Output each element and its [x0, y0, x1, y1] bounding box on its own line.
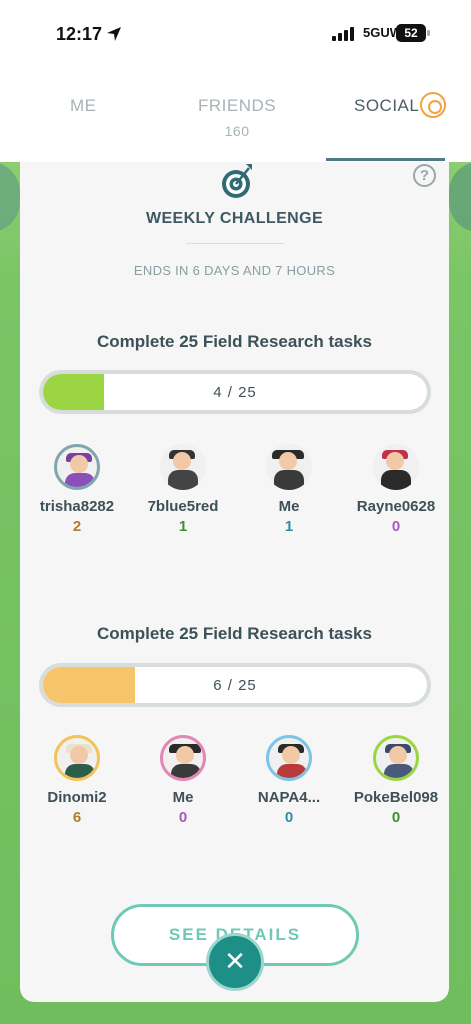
member-score: 0 [284, 809, 294, 826]
member-list: Dinomi2 6 Me 0 NAPA4... 0 PokeBel098 0 [40, 735, 438, 835]
avatar [160, 735, 206, 781]
challenge-ends: ENDS IN 6 DAYS AND 7 HOURS [133, 263, 336, 278]
member-score: 0 [178, 809, 188, 826]
task-title: Complete 25 Field Research tasks [97, 332, 372, 351]
member-list: trisha8282 2 7blue5red 1 Me 1 Rayne0628 … [40, 444, 435, 544]
progress-bar: 4 / 25 [39, 370, 431, 414]
battery-icon: 52 [396, 24, 430, 42]
member-name: Me [172, 789, 194, 806]
member-item[interactable]: Rayne0628 0 [341, 444, 451, 535]
tab-friends-label: FRIENDS [198, 96, 277, 115]
member-score: 2 [72, 518, 82, 535]
member-score: 6 [72, 809, 82, 826]
member-name: 7blue5red [147, 498, 219, 515]
member-name: PokeBel098 [353, 789, 439, 806]
member-score: 1 [284, 518, 294, 535]
friends-count: 160 [224, 123, 250, 139]
member-item[interactable]: 7blue5red 1 [128, 444, 238, 535]
status-time: 12:17 [56, 24, 103, 44]
member-score: 1 [178, 518, 188, 535]
member-item[interactable]: NAPA4... 0 [234, 735, 344, 826]
weekly-challenge-card: ? WEEKLY CHALLENGE ENDS IN 6 DAYS AND 7 … [20, 162, 449, 1002]
target-icon [222, 164, 252, 198]
help-icon[interactable]: ? [413, 164, 436, 187]
progress-text: 6 / 25 [213, 677, 257, 694]
avatar [54, 444, 100, 490]
location-arrow-icon [107, 27, 121, 41]
avatar [266, 735, 312, 781]
progress-bar: 6 / 25 [39, 663, 431, 707]
task-title: Complete 25 Field Research tasks [97, 624, 372, 643]
avatar [54, 735, 100, 781]
member-name: Dinomi2 [47, 789, 107, 806]
tab-bar: ME FRIENDS 160 SOCIAL [0, 70, 471, 162]
member-item[interactable]: Dinomi2 6 [22, 735, 132, 826]
member-name: Rayne0628 [356, 498, 436, 515]
progress-text: 4 / 25 [213, 384, 257, 401]
tree-icon [449, 162, 471, 232]
member-score: 0 [391, 518, 401, 535]
tab-friends[interactable]: FRIENDS 160 [198, 96, 276, 139]
target-badge-icon [420, 92, 446, 118]
member-item[interactable]: Me 1 [234, 444, 344, 535]
active-tab-indicator [326, 158, 445, 161]
close-button[interactable]: ✕ [206, 933, 264, 991]
member-item[interactable]: PokeBel098 0 [341, 735, 451, 826]
member-name: Me [278, 498, 300, 515]
avatar [373, 444, 419, 490]
signal-icon [332, 27, 354, 41]
tab-social-label: SOCIAL [354, 96, 420, 115]
avatar [160, 444, 206, 490]
member-name: trisha8282 [39, 498, 115, 515]
member-score: 0 [391, 809, 401, 826]
member-item[interactable]: trisha8282 2 [22, 444, 132, 535]
avatar [373, 735, 419, 781]
tab-social[interactable]: SOCIAL [354, 96, 419, 116]
member-item[interactable]: Me 0 [128, 735, 238, 826]
challenge-title: WEEKLY CHALLENGE [145, 210, 324, 227]
tree-icon [0, 162, 20, 232]
member-name: NAPA4... [257, 789, 321, 806]
status-bar: 12:17 5GUW 52 [0, 0, 471, 70]
title-divider [186, 243, 284, 244]
tab-me-label: ME [70, 96, 97, 115]
avatar [266, 444, 312, 490]
tab-me[interactable]: ME [70, 96, 97, 116]
